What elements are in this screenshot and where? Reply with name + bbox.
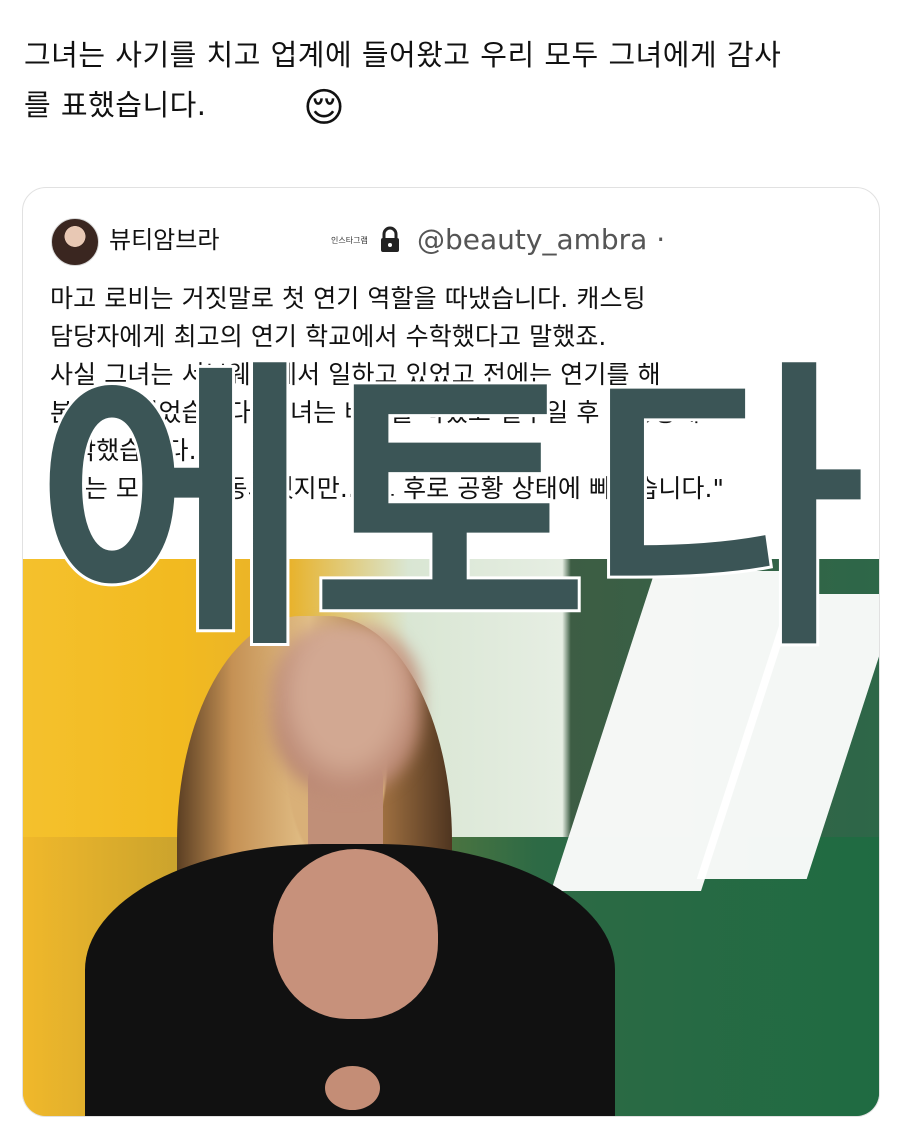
dress-cutout [323,1064,382,1112]
watermark-text: 에토다 [36,337,865,686]
quoted-post-header: 뷰티암브라 인스타그램 @beauty_ambra · [23,188,879,266]
post-text: 그녀는 사기를 치고 업계에 들어왔고 우리 모두 그녀에게 감사 를 표했습니… [24,30,864,130]
author-name[interactable]: 뷰티암브라 [109,224,219,256]
avatar[interactable] [51,218,99,266]
author-handle[interactable]: @beauty_ambra · [417,222,665,258]
quote-line: 마고 로비는 거짓말로 첫 연기 역할을 따냈습니다. 캐스팅 [50,284,646,313]
relieved-face-icon: 😌 [303,85,345,131]
watermark: 에토다 [33,334,868,689]
lock-icon [381,226,399,252]
instagram-label: 인스타그램 [331,236,368,245]
post-text-line: 그녀는 사기를 치고 업계에 들어왔고 우리 모두 그녀에게 감사 [24,38,782,72]
chest-shape [273,849,438,1019]
post-text-line: 를 표했습니다. [24,88,207,122]
